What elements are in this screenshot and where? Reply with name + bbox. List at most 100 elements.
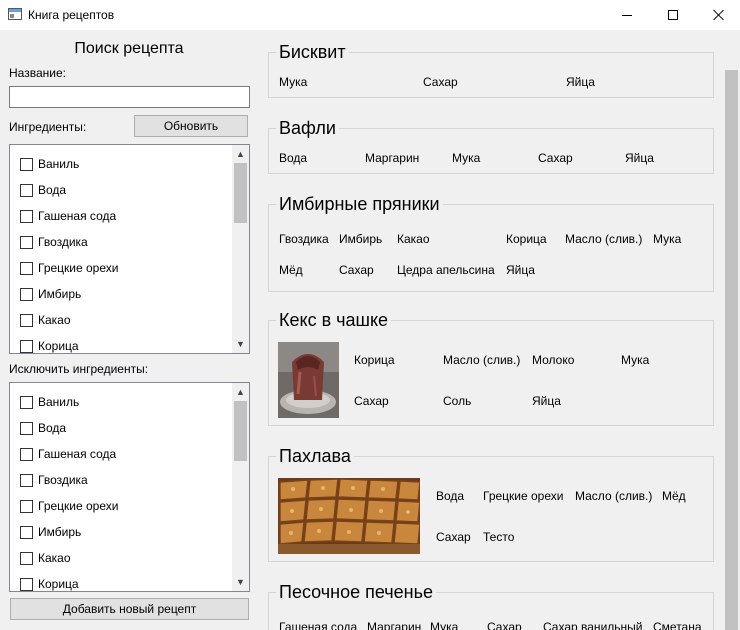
ingredient-label: Мука — [653, 232, 682, 246]
refresh-button[interactable]: Обновить — [134, 115, 248, 137]
ingredient-label: Мука — [279, 75, 308, 89]
exclude-item-walnuts[interactable]: Грецкие орехи — [10, 493, 232, 519]
checkbox[interactable] — [20, 421, 33, 435]
recipe-title: Имбирные пряники — [276, 193, 443, 215]
checkbox[interactable] — [20, 551, 33, 565]
checkbox[interactable] — [20, 235, 33, 249]
recipe-title: Песочное печенье — [276, 581, 436, 603]
include-item-water[interactable]: Вода — [10, 177, 232, 203]
ingredient-label: Сахар — [487, 620, 522, 630]
ingredient-label: Масло (слив.) — [575, 489, 653, 503]
item-label: Грецкие орехи — [38, 499, 119, 513]
scroll-up-icon[interactable]: ▲ — [232, 384, 249, 400]
ingredient-label: Цедра апельсина — [397, 263, 495, 277]
recipe-photo — [278, 478, 420, 554]
item-label: Вода — [38, 183, 67, 197]
ingredient-label: Корица — [506, 232, 547, 246]
title-bar: Книга рецептов — [0, 0, 740, 30]
ingredient-label: Имбирь — [339, 232, 383, 246]
main-window: Поиск рецепта Название: Ингредиенты: Обн… — [0, 30, 740, 630]
checkbox[interactable] — [20, 577, 33, 591]
ingredient-label: Корица — [354, 353, 395, 367]
minimize-button[interactable] — [604, 0, 650, 30]
checkbox[interactable] — [20, 473, 33, 487]
ingredient-label: Мёд — [279, 263, 303, 277]
ingredient-label: Сметана — [653, 620, 702, 630]
ingredient-label: Масло (слив.) — [443, 353, 521, 367]
scroll-thumb[interactable] — [725, 70, 738, 630]
recipe-title: Вафли — [276, 117, 339, 139]
scroll-thumb[interactable] — [234, 163, 247, 223]
scroll-down-icon[interactable]: ▼ — [232, 574, 249, 590]
item-label: Имбирь — [38, 525, 82, 539]
include-item-cocoa[interactable]: Какао — [10, 307, 232, 333]
recipe-list-scrollbar[interactable] — [723, 30, 740, 630]
scroll-up-icon[interactable]: ▲ — [232, 146, 249, 162]
include-ingredients-list[interactable]: Ваниль Вода Гашеная сода Гвоздика Грецки… — [9, 144, 250, 354]
ingredient-label: Гвоздика — [279, 232, 329, 246]
item-label: Гвоздика — [38, 235, 88, 249]
exclude-ingredients-list[interactable]: Ваниль Вода Гашеная сода Гвоздика Грецки… — [9, 382, 250, 592]
ingredient-label: Сахар — [423, 75, 458, 89]
checkbox[interactable] — [20, 313, 33, 327]
checkbox[interactable] — [20, 395, 33, 409]
ingredient-label: Мёд — [662, 489, 686, 503]
maximize-icon — [668, 10, 678, 20]
add-recipe-button[interactable]: Добавить новый рецепт — [10, 598, 249, 620]
checkbox[interactable] — [20, 339, 33, 353]
exclude-list-scrollbar[interactable]: ▲ ▼ — [232, 383, 249, 591]
ingredient-label: Маргарин — [365, 151, 420, 165]
include-item-vanilla[interactable]: Ваниль — [10, 151, 232, 177]
include-item-walnuts[interactable]: Грецкие орехи — [10, 255, 232, 281]
ingredient-label: Сахар — [354, 394, 389, 408]
close-button[interactable] — [696, 0, 740, 30]
include-list-scrollbar[interactable]: ▲ ▼ — [232, 145, 249, 353]
recipe-photo — [278, 342, 339, 418]
exclude-item-baking-soda[interactable]: Гашеная сода — [10, 441, 232, 467]
checkbox[interactable] — [20, 209, 33, 223]
ingredient-label: Сахар — [436, 530, 471, 544]
ingredient-label: Мука — [430, 620, 459, 630]
checkbox[interactable] — [20, 447, 33, 461]
checkbox[interactable] — [20, 287, 33, 301]
include-item-baking-soda[interactable]: Гашеная сода — [10, 203, 232, 229]
include-item-ginger[interactable]: Имбирь — [10, 281, 232, 307]
recipe-card[interactable]: Вода Грецкие орехи Масло (слив.) Мёд Сах… — [268, 456, 714, 562]
exclude-item-water[interactable]: Вода — [10, 415, 232, 441]
ingredient-label: Яйца — [566, 75, 595, 89]
scroll-thumb[interactable] — [234, 401, 247, 461]
exclude-item-cinnamon[interactable]: Корица — [10, 571, 232, 591]
ingredient-label: Молоко — [532, 353, 575, 367]
item-label: Какао — [38, 551, 71, 565]
ingredients-label: Ингредиенты: — [9, 120, 87, 134]
recipe-name-input[interactable] — [9, 86, 250, 108]
exclude-item-vanilla[interactable]: Ваниль — [10, 389, 232, 415]
item-label: Гвоздика — [38, 473, 88, 487]
item-label: Ваниль — [38, 157, 80, 171]
item-label: Корица — [38, 577, 79, 591]
ingredient-label: Яйца — [506, 263, 535, 277]
include-item-cinnamon[interactable]: Корица — [10, 333, 232, 353]
recipe-title: Кекс в чашке — [276, 309, 392, 331]
checkbox[interactable] — [20, 525, 33, 539]
exclude-item-ginger[interactable]: Имбирь — [10, 519, 232, 545]
ingredient-label: Яйца — [625, 151, 654, 165]
scroll-down-icon[interactable]: ▼ — [232, 336, 249, 352]
recipe-card[interactable]: Гвоздика Имбирь Какао Корица Масло (слив… — [268, 204, 714, 292]
item-label: Гашеная сода — [38, 447, 117, 461]
include-item-clove[interactable]: Гвоздика — [10, 229, 232, 255]
exclude-item-cocoa[interactable]: Какао — [10, 545, 232, 571]
checkbox[interactable] — [20, 183, 33, 197]
ingredient-label: Сахар ванильный — [543, 620, 643, 630]
recipe-card[interactable]: Корица Масло (слив.) Молоко Мука Сахар С… — [268, 320, 714, 426]
checkbox[interactable] — [20, 261, 33, 275]
item-label: Вода — [38, 421, 67, 435]
ingredient-label: Гашеная сода — [279, 620, 358, 630]
exclude-item-clove[interactable]: Гвоздика — [10, 467, 232, 493]
maximize-button[interactable] — [650, 0, 696, 30]
recipe-list-area[interactable]: Мука Сахар Яйца Бисквит Вода Маргарин Му… — [258, 30, 740, 630]
ingredient-label: Яйца — [532, 394, 561, 408]
checkbox[interactable] — [20, 157, 33, 171]
checkbox[interactable] — [20, 499, 33, 513]
ingredient-label: Масло (слив.) — [565, 232, 643, 246]
